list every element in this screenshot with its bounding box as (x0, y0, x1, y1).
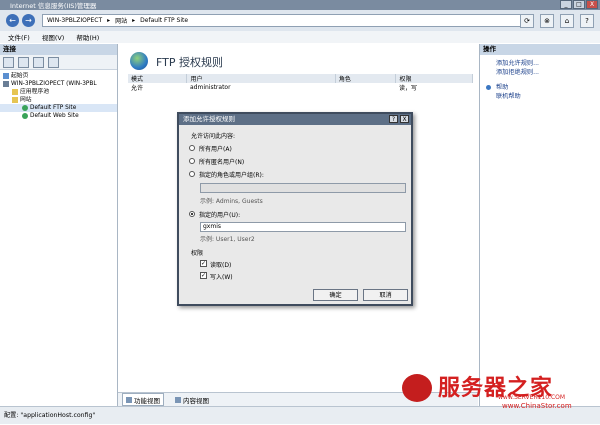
window-controls: _ □ X (560, 0, 598, 9)
content-view-icon (175, 396, 181, 403)
cell-roles (335, 83, 396, 92)
home-icon (3, 73, 9, 79)
col-users[interactable]: 用户 (186, 74, 336, 83)
radio-specified-users[interactable] (189, 211, 195, 217)
connections-pane: 连接 起始页 WIN-3PBLZIOPECT (WIN-3PBL 应用程序池 网… (0, 44, 118, 406)
server-icon (3, 81, 9, 87)
cell-mode: 允许 (131, 85, 144, 92)
page-title: FTP 授权规则 (156, 56, 223, 69)
address-toolbar: ← → WIN-3PBLZIOPECT ▸ 网站 ▸ Default FTP S… (0, 10, 600, 32)
watermark: 服务器之家 www.SERVER110.COM www.ChinaStor.co… (398, 372, 598, 410)
write-label: 写入(W) (210, 274, 233, 281)
tree-item-start[interactable]: 起始页 (0, 72, 117, 80)
connect-icon[interactable] (3, 56, 14, 68)
cell-permissions: 读，写 (398, 85, 417, 92)
watermark-logo (402, 374, 432, 402)
write-checkbox[interactable]: ✓ (200, 272, 207, 279)
table-row[interactable]: 允许 administrator 读，写 (128, 83, 473, 92)
actions-pane: 操作 添加允许规则... 添加拒绝规则... 帮助 联机帮助 (479, 44, 600, 406)
online-help-link[interactable]: 联机帮助 (480, 92, 600, 101)
tree-item-app-pools[interactable]: 应用程序池 (0, 88, 117, 96)
address-breadcrumb[interactable]: WIN-3PBLZIOPECT ▸ 网站 ▸ Default FTP Site (42, 14, 522, 27)
dialog-close-button[interactable]: X (400, 115, 409, 123)
users-example: 示例: User1, User2 (200, 236, 255, 243)
tab-content-view[interactable]: 内容视图 (172, 394, 212, 405)
menu-bar: 文件(F) 视图(V) 帮助(H) (0, 31, 600, 43)
dialog-help-button[interactable]: ? (389, 115, 398, 123)
refresh-icon[interactable]: ⟳ (520, 14, 534, 28)
tree-item-web-site[interactable]: Default Web Site (0, 112, 117, 120)
rules-table: 模式 用户 角色 权限 允许 administrator 读，写 (128, 74, 473, 92)
folder-icon (12, 97, 18, 103)
radio-all-users[interactable] (189, 145, 195, 151)
breadcrumb-sites[interactable]: 网站 (115, 16, 127, 25)
col-roles[interactable]: 角色 (335, 74, 397, 83)
ftp-globe-icon (130, 52, 148, 70)
menu-help[interactable]: 帮助(H) (76, 32, 99, 42)
forward-button[interactable]: → (22, 14, 35, 27)
connections-tree: 起始页 WIN-3PBLZIOPECT (WIN-3PBL 应用程序池 网站 D… (0, 70, 117, 120)
folder-up-icon[interactable] (33, 56, 44, 68)
users-input[interactable]: gxmis (200, 222, 406, 232)
read-label: 读取(D) (210, 262, 232, 269)
dialog-title: 添加允许授权规则 (183, 115, 235, 123)
col-permissions[interactable]: 权限 (395, 74, 473, 83)
home-icon[interactable]: ⌂ (560, 14, 574, 28)
read-checkbox[interactable]: ✓ (200, 260, 207, 267)
roles-label: 指定的角色或用户组(R): (199, 172, 264, 179)
connections-header: 连接 (0, 44, 117, 55)
window-title: Internet 信息服务(IIS)管理器 (10, 2, 97, 10)
permissions-label: 权限 (191, 250, 204, 257)
breadcrumb-server[interactable]: WIN-3PBLZIOPECT (47, 17, 102, 24)
watermark-site: www.ChinaStor.com (502, 402, 572, 410)
actions-header: 操作 (480, 44, 600, 55)
tree-item-sites[interactable]: 网站 (0, 96, 117, 104)
tab-features-view[interactable]: 功能视图 (122, 393, 164, 406)
help-link[interactable]: 帮助 (480, 83, 600, 92)
breadcrumb-site[interactable]: Default FTP Site (140, 17, 188, 24)
dialog-titlebar: 添加允许授权规则 ? X (179, 114, 411, 125)
window-titlebar: Internet 信息服务(IIS)管理器 _ □ X (0, 0, 600, 10)
connections-toolbar (0, 55, 117, 70)
cancel-button[interactable]: 取消 (363, 289, 408, 301)
close-window-button[interactable]: X (586, 0, 598, 9)
globe-icon (22, 113, 28, 119)
menu-view[interactable]: 视图(V) (42, 32, 65, 42)
roles-input[interactable] (200, 183, 406, 193)
specified-users-label: 指定的用户(U): (199, 212, 241, 219)
table-header: 模式 用户 角色 权限 (128, 74, 473, 83)
menu-file[interactable]: 文件(F) (8, 32, 30, 42)
radio-roles[interactable] (189, 171, 195, 177)
col-mode[interactable]: 模式 (128, 74, 188, 83)
breadcrumb-sep: ▸ (132, 17, 136, 24)
add-allow-rule-link[interactable]: 添加允许规则... (480, 59, 600, 68)
ok-button[interactable]: 确定 (313, 289, 358, 301)
disconnect-icon[interactable] (48, 56, 59, 68)
globe-icon (22, 105, 28, 111)
minimize-button[interactable]: _ (560, 0, 572, 9)
cell-users: administrator (189, 84, 231, 91)
all-users-label: 所有用户(A) (199, 146, 232, 153)
address-actions: ⟳ ⊗ ⌂ ? (520, 14, 594, 28)
anonymous-users-label: 所有匿名用户(N) (199, 159, 245, 166)
back-button[interactable]: ← (6, 14, 19, 27)
help-icon[interactable]: ? (580, 14, 594, 28)
folder-icon (12, 89, 18, 95)
roles-example: 示例: Admins, Guests (200, 198, 263, 205)
breadcrumb-sep: ▸ (107, 17, 111, 24)
help-icon (486, 85, 491, 90)
maximize-button[interactable]: □ (573, 0, 585, 9)
watermark-url: www.SERVER110.COM (498, 394, 566, 401)
add-deny-rule-link[interactable]: 添加拒绝规则... (480, 68, 600, 77)
save-icon[interactable] (18, 56, 29, 68)
allow-access-label: 允许访问此内容: (191, 133, 236, 140)
features-view-icon (126, 396, 132, 403)
tree-item-ftp-site[interactable]: Default FTP Site (0, 104, 117, 112)
tree-item-server[interactable]: WIN-3PBLZIOPECT (WIN-3PBL (0, 80, 117, 88)
radio-anonymous-users[interactable] (189, 158, 195, 164)
add-allow-rule-dialog: 添加允许授权规则 ? X 允许访问此内容: 所有用户(A) 所有匿名用户(N) … (177, 112, 413, 306)
stop-icon[interactable]: ⊗ (540, 14, 554, 28)
